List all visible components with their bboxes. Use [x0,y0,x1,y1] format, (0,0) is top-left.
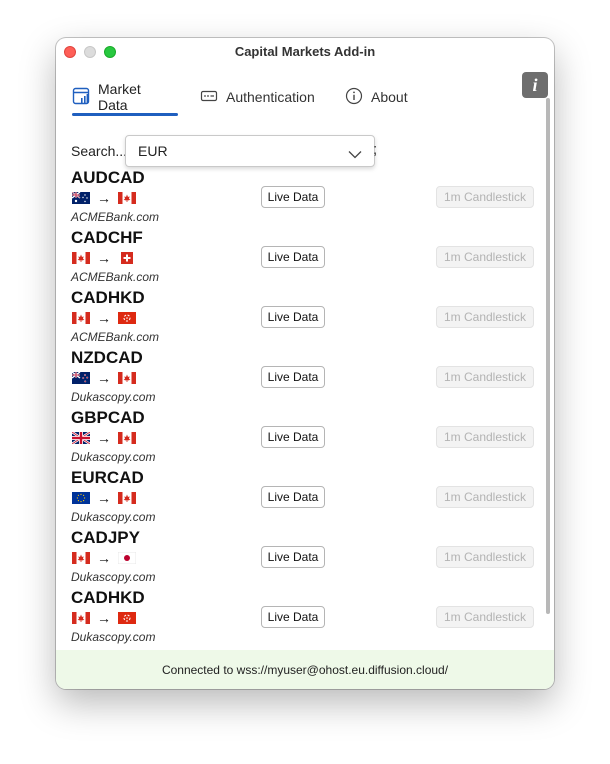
currency-pair-row: CADCHF → ACMEBank.com Live Data 1m Candl… [56,228,546,288]
candlestick-button[interactable]: 1m Candlestick [436,366,534,388]
chevron-down-icon [348,146,362,164]
market-data-icon [72,87,90,108]
info-icon: i [532,74,538,95]
data-source: Dukascopy.com [71,570,156,584]
data-source: ACMEBank.com [71,210,160,224]
currency-pair-row: CADJPY → Dukascopy.com Live Data 1m Cand… [56,528,546,588]
live-data-button[interactable]: Live Data [261,246,325,268]
switzerland-flag-icon [118,252,136,264]
search-trailing-text: ; [373,141,378,158]
arrow-right-icon: → [97,190,111,206]
canada-flag-icon [72,612,90,624]
hong-kong-flag-icon [118,312,136,324]
pair-flags: → [72,370,136,386]
candlestick-button[interactable]: 1m Candlestick [436,306,534,328]
pair-name: AUDCAD [71,168,145,187]
australia-flag-icon [72,192,90,204]
pair-name: GBPCAD [71,408,145,427]
arrow-right-icon: → [97,370,111,386]
tab-market-data-label: Market Data [98,81,141,113]
pair-flags: → [72,430,136,446]
tab-market-data[interactable]: Market Data [72,81,141,113]
data-source: Dukascopy.com [71,450,156,464]
pair-flags: → [72,610,136,626]
live-data-button[interactable]: Live Data [261,306,325,328]
candlestick-button[interactable]: 1m Candlestick [436,246,534,268]
data-source: ACMEBank.com [71,330,160,344]
search-value: EUR [138,143,168,159]
vertical-scrollbar[interactable] [546,98,550,614]
window-title: Capital Markets Add-in [234,44,376,59]
tab-authentication-label: Authentication [226,89,315,105]
currency-pair-row: GBPCAD → Dukascopy.com Live Data 1m Cand… [56,408,546,468]
search-label: Search... [71,143,128,159]
active-tab-indicator [72,113,178,116]
connection-status-text: Connected to wss://myuser@ohost.eu.diffu… [161,662,449,677]
currency-pair-row: CADHKD → ACMEBank.com Live Data 1m Candl… [56,288,546,348]
info-circle-icon [345,87,363,108]
live-data-button[interactable]: Live Data [261,426,325,448]
pair-flags: → [72,250,136,266]
live-data-button[interactable]: Live Data [261,546,325,568]
arrow-right-icon: → [97,550,111,566]
pair-name: CADCHF [71,228,143,247]
tab-about-label: About [371,89,408,105]
data-source: Dukascopy.com [71,510,156,524]
arrow-right-icon: → [97,310,111,326]
connection-status-bar: Connected to wss://myuser@ohost.eu.diffu… [56,650,554,689]
tab-about[interactable]: About [345,82,408,112]
pair-name: CADHKD [71,288,145,307]
canada-flag-icon [72,552,90,564]
candlestick-button[interactable]: 1m Candlestick [436,486,534,508]
pair-flags: → [72,490,136,506]
canada-flag-icon [118,192,136,204]
candlestick-button[interactable]: 1m Candlestick [436,606,534,628]
data-source: Dukascopy.com [71,390,156,404]
pair-name: CADHKD [71,588,145,607]
uk-flag-icon [72,432,90,444]
pair-name: EURCAD [71,468,144,487]
new-zealand-flag-icon [72,372,90,384]
pair-flags: → [72,190,136,206]
data-source: Dukascopy.com [71,630,156,644]
candlestick-button[interactable]: 1m Candlestick [436,546,534,568]
arrow-right-icon: → [97,250,111,266]
arrow-right-icon: → [97,490,111,506]
canada-flag-icon [72,312,90,324]
app-window: Capital Markets Add-in Market Data Authe… [56,38,554,689]
currency-pair-row: NZDCAD → Dukascopy.com Live Data 1m Cand… [56,348,546,408]
data-source: ACMEBank.com [71,270,160,284]
pair-name: NZDCAD [71,348,143,367]
title-bar: Capital Markets Add-in [56,38,554,66]
canada-flag-icon [118,492,136,504]
live-data-button[interactable]: Live Data [261,486,325,508]
info-button[interactable]: i [522,72,548,98]
live-data-button[interactable]: Live Data [261,186,325,208]
candlestick-button[interactable]: 1m Candlestick [436,426,534,448]
password-icon [200,87,218,108]
live-data-button[interactable]: Live Data [261,366,325,388]
pair-flags: → [72,310,136,326]
currency-pair-row: AUDCAD → ACMEBank.com Live Data 1m Candl… [56,168,546,228]
hong-kong-flag-icon [118,612,136,624]
currency-pair-row: EURCAD → Dukascopy.com Live Data 1m Cand… [56,468,546,528]
arrow-right-icon: → [97,610,111,626]
canada-flag-icon [118,432,136,444]
currency-pair-row: CADHKD → Dukascopy.com Live Data 1m Cand… [56,588,546,648]
pair-name: CADJPY [71,528,140,547]
live-data-button[interactable]: Live Data [261,606,325,628]
eu-flag-icon [72,492,90,504]
japan-flag-icon [118,552,136,564]
pair-flags: → [72,550,136,566]
candlestick-button[interactable]: 1m Candlestick [436,186,534,208]
search-dropdown[interactable]: EUR [125,135,375,167]
tab-authentication[interactable]: Authentication [200,82,315,112]
canada-flag-icon [118,372,136,384]
canada-flag-icon [72,252,90,264]
arrow-right-icon: → [97,430,111,446]
